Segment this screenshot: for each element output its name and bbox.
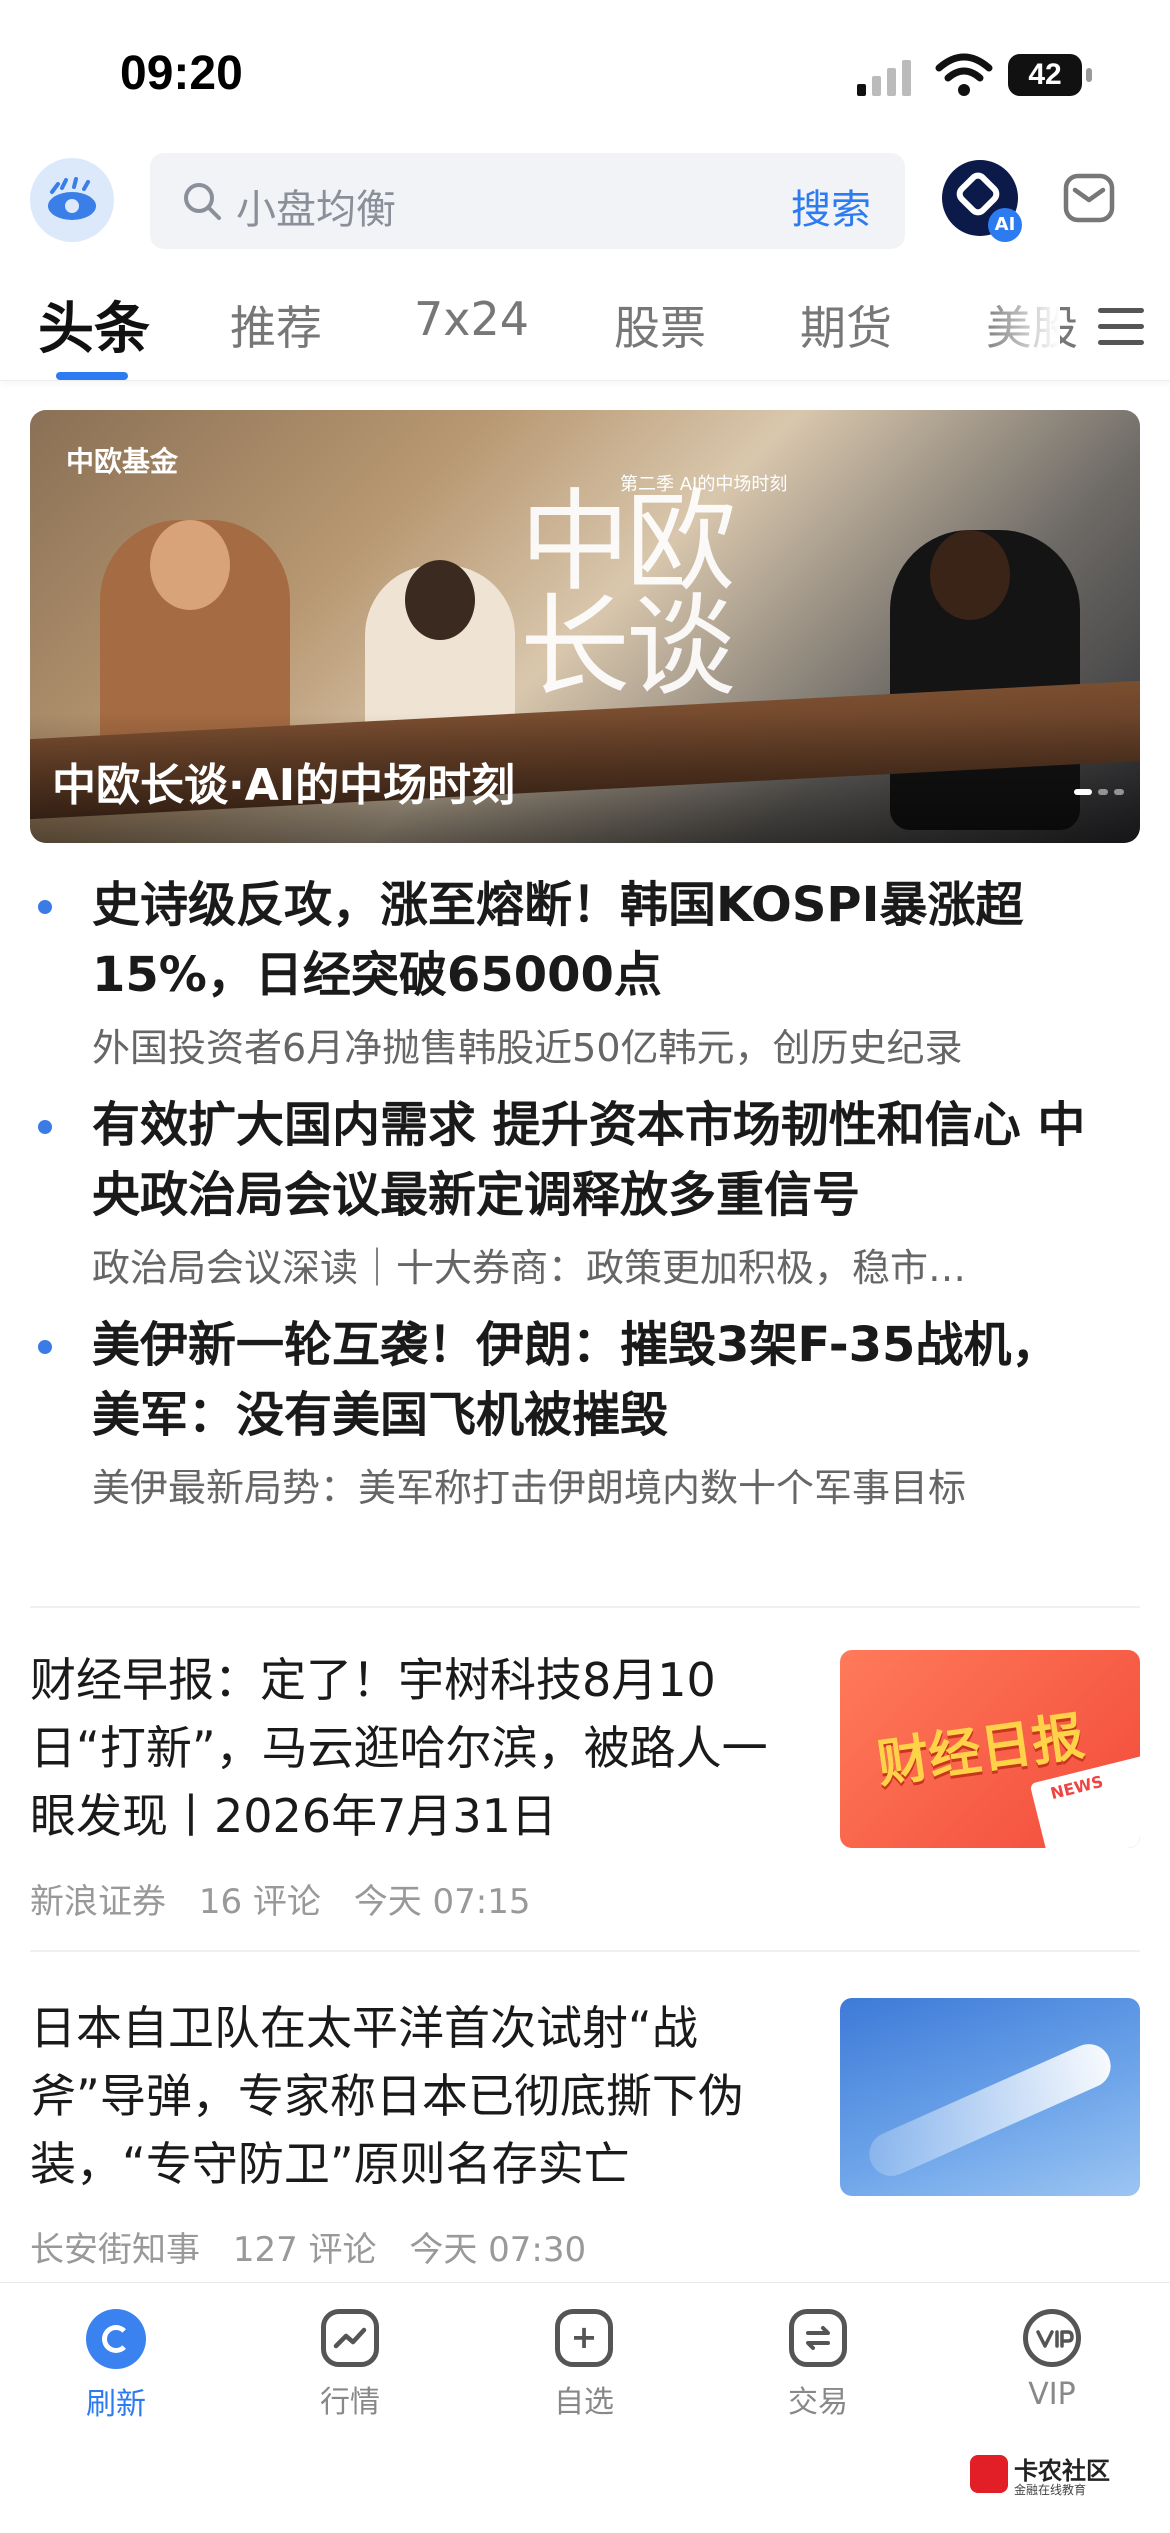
bullet-dot xyxy=(38,900,52,914)
tab-headlines[interactable]: 头条 xyxy=(38,284,150,365)
divider xyxy=(30,1606,1140,1608)
news-source: 长安街知事 xyxy=(30,2230,200,2270)
news-meta: 长安街知事 127 评论 今天 07:30 xyxy=(30,2222,608,2271)
search-icon xyxy=(184,183,221,220)
headline-title[interactable]: 有效扩大国内需求 提升资本市场韧性和信心 中央政治局会议最新定调释放多重信号 xyxy=(92,1090,1102,1230)
nav-trade[interactable]: 交易 xyxy=(738,2309,898,2421)
mail-icon[interactable] xyxy=(1062,172,1116,224)
carousel-dots xyxy=(1068,780,1124,799)
headline-title[interactable]: 美伊新一轮互袭！伊朗：摧毁3架F-35战机，美军：没有美国飞机被摧毁 xyxy=(92,1310,1102,1450)
ai-assistant-button[interactable]: AI xyxy=(942,160,1022,242)
headline-title[interactable]: 史诗级反攻，涨至熔断！韩国KOSPI暴涨超15%，日经突破65000点 xyxy=(92,870,1102,1010)
headline-subtitle[interactable]: 外国投资者6月净抛售韩股近50亿韩元，创历史纪录 xyxy=(92,1020,1102,1076)
nav-label: 自选 xyxy=(554,2385,614,2420)
nav-label: 行情 xyxy=(320,2385,380,2420)
news-time: 今天 07:15 xyxy=(353,1882,531,1922)
headline-subtitle[interactable]: 美伊最新局势：美军称打击伊朗境内数十个军事目标 xyxy=(92,1460,1102,1516)
bullet-dot xyxy=(38,1340,52,1354)
search-button[interactable]: 搜索 xyxy=(791,177,871,235)
vip-icon xyxy=(1023,2309,1081,2367)
nav-label: 刷新 xyxy=(86,2387,146,2422)
nav-market[interactable]: 行情 xyxy=(270,2309,430,2421)
sina-logo-icon[interactable] xyxy=(30,158,114,242)
news-source: 新浪证券 xyxy=(30,1882,166,1922)
news-meta: 新浪证券 16 评论 今天 07:15 xyxy=(30,1874,553,1923)
add-icon: + xyxy=(555,2309,613,2367)
tab-stocks[interactable]: 股票 xyxy=(614,292,706,358)
nav-refresh[interactable]: 刷新 xyxy=(36,2309,196,2423)
banner-brand: 中欧基金 xyxy=(66,445,179,478)
exchange-icon xyxy=(789,2309,847,2367)
status-time: 09:20 xyxy=(120,47,243,100)
bullet-dot xyxy=(38,1120,52,1134)
missile-trail xyxy=(862,2037,1118,2183)
promo-banner[interactable]: 中欧基金 第二季 AI的中场时刻 中欧长谈 中欧长谈·AI的中场时刻 xyxy=(30,410,1140,843)
headline-subtitle[interactable]: 政治局会议深读｜十大券商：政策更加积极，稳市… xyxy=(92,1240,1102,1296)
battery-level: 42 xyxy=(1028,58,1062,91)
news-title[interactable]: 财经早报：定了！宇树科技8月10日“打新”，马云逛哈尔滨，被路人一眼发现丨202… xyxy=(30,1646,800,1850)
search-placeholder: 小盘均衡 xyxy=(236,187,396,233)
chart-icon xyxy=(321,2309,379,2367)
search-header: 小盘均衡 搜索 AI xyxy=(0,150,1170,260)
watermark-sub: 金融在线教育 xyxy=(1014,2483,1087,2497)
watermark: 卡农社区 金融在线教育 xyxy=(970,2449,1160,2503)
news-title[interactable]: 日本自卫队在太平洋首次试射“战斧”导弹，专家称日本已彻底撕下伪装，“专守防卫”原… xyxy=(30,1994,800,2198)
menu-icon[interactable] xyxy=(1098,308,1144,346)
bottom-navigation: 刷新 行情 + 自选 交易 VIP 卡农社区 金融在线教育 xyxy=(0,2282,1170,2533)
news-card[interactable]: 财经早报：定了！宇树科技8月10日“打新”，马云逛哈尔滨，被路人一眼发现丨202… xyxy=(30,1646,1140,1966)
headline-item[interactable]: 有效扩大国内需求 提升资本市场韧性和信心 中央政治局会议最新定调释放多重信号 政… xyxy=(0,1090,1170,1296)
kanong-logo-icon xyxy=(970,2455,1008,2493)
news-thumbnail[interactable]: 财经日报 NEWS xyxy=(840,1650,1140,1848)
headline-item[interactable]: 美伊新一轮互袭！伊朗：摧毁3架F-35战机，美军：没有美国飞机被摧毁 美伊最新局… xyxy=(0,1310,1170,1516)
cellular-signal-icon xyxy=(857,60,911,96)
tab-7x24[interactable]: 7x24 xyxy=(414,292,529,346)
headline-list: 史诗级反攻，涨至熔断！韩国KOSPI暴涨超15%，日经突破65000点 外国投资… xyxy=(0,870,1170,1530)
active-tab-indicator xyxy=(56,372,128,380)
refresh-icon xyxy=(86,2309,146,2369)
wifi-icon xyxy=(935,53,993,96)
news-card[interactable]: 日本自卫队在太平洋首次试射“战斧”导弹，专家称日本已彻底撕下伪装，“专守防卫”原… xyxy=(30,1994,1140,2314)
headline-item[interactable]: 史诗级反攻，涨至熔断！韩国KOSPI暴涨超15%，日经突破65000点 外国投资… xyxy=(0,870,1170,1076)
nav-label: VIP xyxy=(1028,2377,1076,2412)
news-thumbnail[interactable] xyxy=(840,1998,1140,2196)
nav-vip[interactable]: VIP xyxy=(972,2309,1132,2412)
status-bar: 09:20 42 xyxy=(0,0,1170,140)
news-comments[interactable]: 16 评论 xyxy=(199,1882,321,1922)
ai-badge: AI xyxy=(988,208,1022,242)
battery-icon: 42 xyxy=(1008,54,1092,96)
nav-watchlist[interactable]: + 自选 xyxy=(504,2309,664,2421)
search-bar[interactable]: 小盘均衡 搜索 xyxy=(150,153,905,249)
channel-tabs: 头条 推荐 7x24 股票 期货 美股 xyxy=(0,270,1170,381)
banner-caption: 中欧长谈·AI的中场时刻 xyxy=(52,760,516,811)
tab-futures[interactable]: 期货 xyxy=(800,292,892,358)
banner-show-title: 中欧长谈 xyxy=(520,478,736,711)
tab-recommend[interactable]: 推荐 xyxy=(230,292,322,358)
news-comments[interactable]: 127 评论 xyxy=(233,2230,377,2270)
news-time: 今天 07:30 xyxy=(409,2230,587,2270)
nav-label: 交易 xyxy=(788,2385,848,2420)
